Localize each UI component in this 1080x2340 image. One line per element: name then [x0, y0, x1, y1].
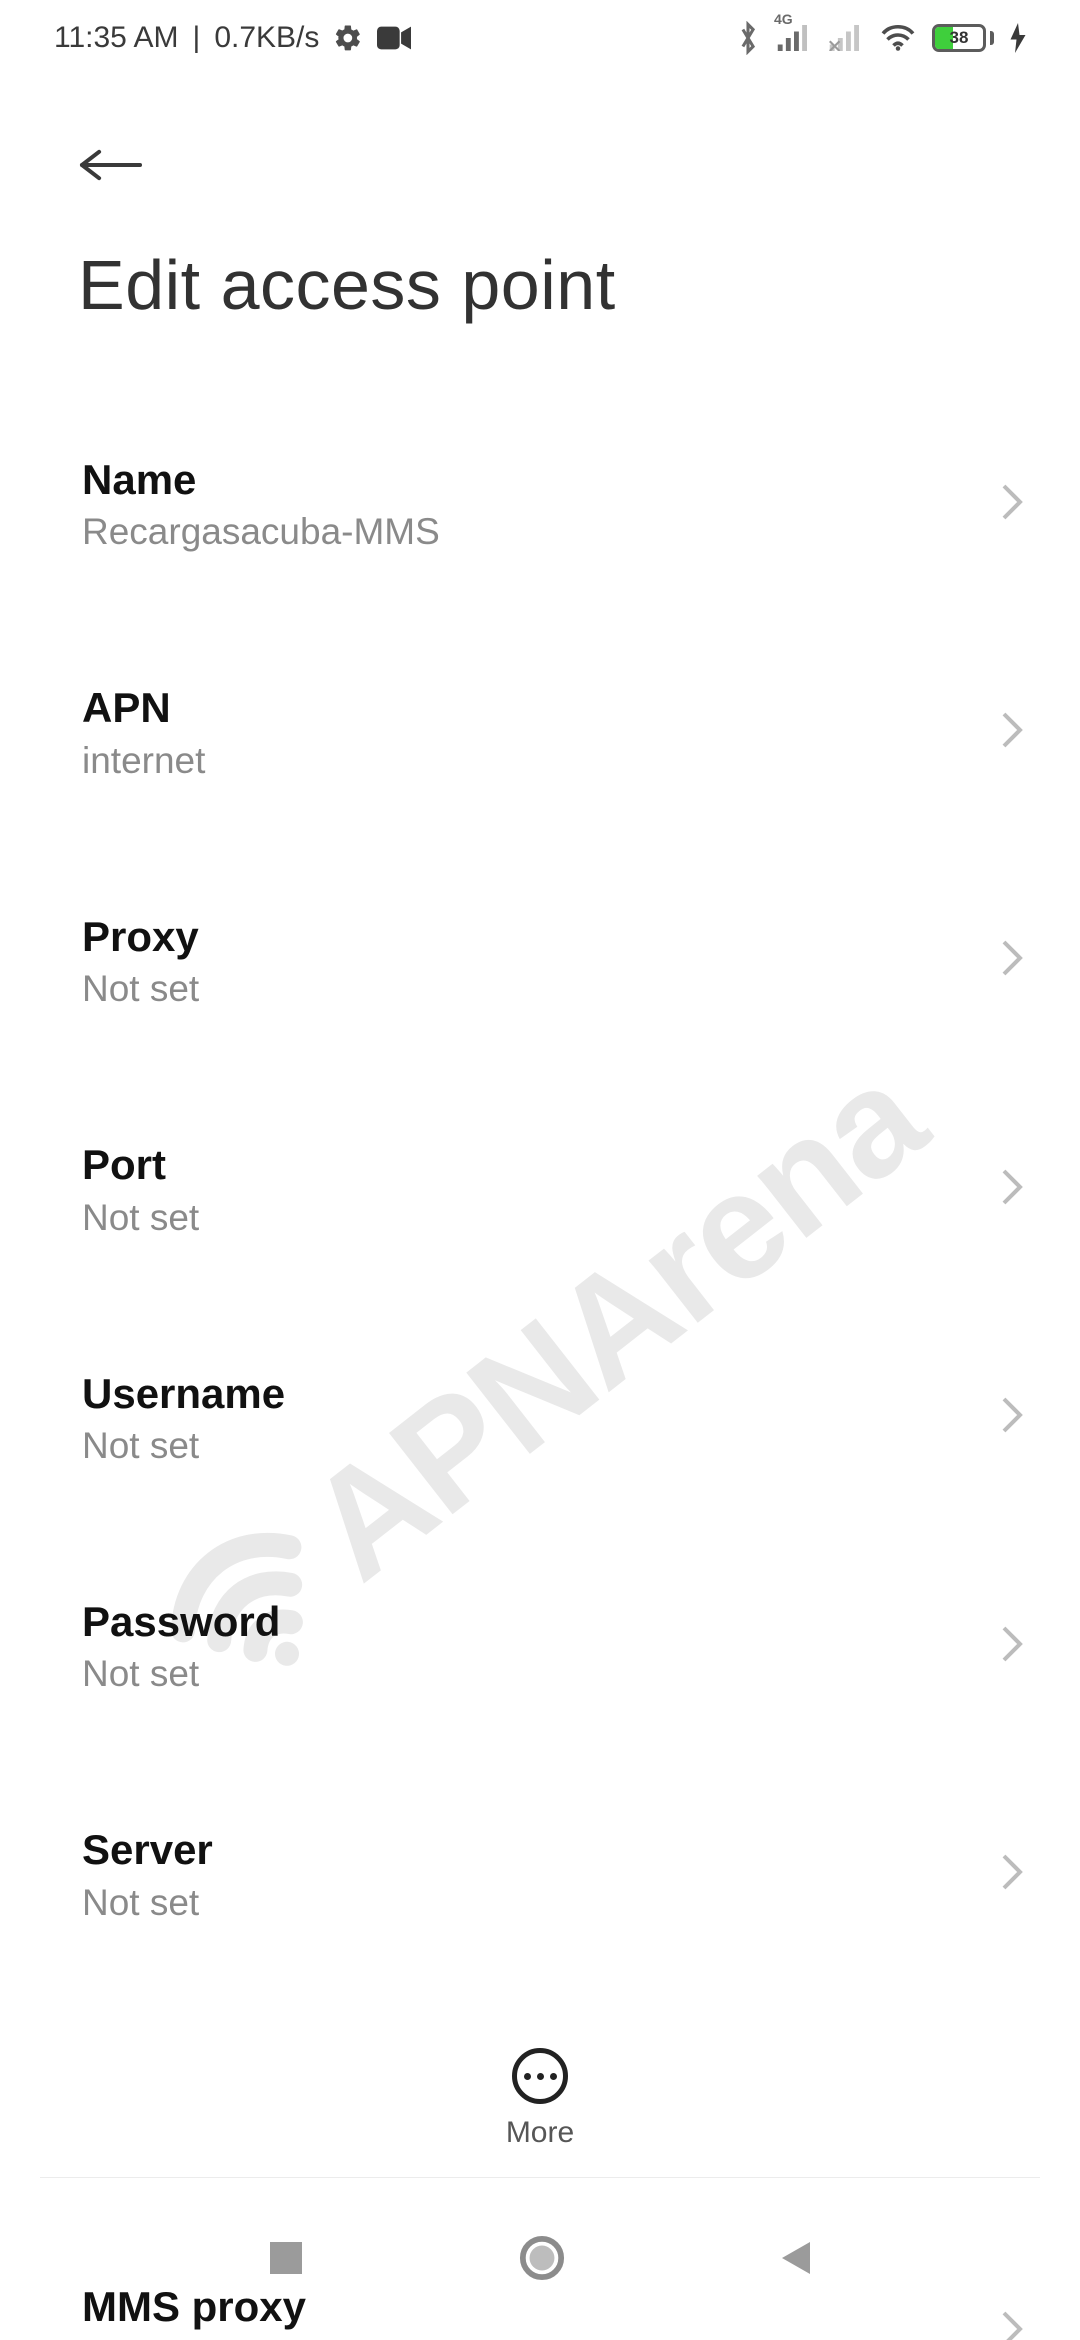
status-separator: |: [193, 21, 201, 55]
chevron-right-icon: [1000, 1167, 1024, 1212]
row-title: APN: [82, 683, 205, 733]
row-value: Not set: [82, 1882, 213, 1924]
video-camera-icon: [377, 26, 411, 50]
chevron-right-icon: [1000, 710, 1024, 755]
system-nav-bar: [0, 2180, 1080, 2340]
status-left: 11:35 AM | 0.7KB/s: [54, 21, 411, 55]
bluetooth-icon: [736, 21, 760, 55]
chevron-right-icon: [1000, 482, 1024, 527]
row-value: Not set: [82, 1653, 280, 1695]
row-username[interactable]: Username Not set: [0, 1369, 1080, 1467]
status-time: 11:35 AM: [54, 21, 179, 55]
status-net-speed: 0.7KB/s: [214, 21, 319, 55]
more-horizontal-icon: [512, 2048, 568, 2104]
signal-4g-icon: 4G: [776, 25, 812, 51]
nav-home-button[interactable]: [519, 2235, 565, 2286]
nav-back-button[interactable]: [778, 2238, 814, 2283]
nav-recents-button[interactable]: [266, 2238, 306, 2283]
settings-icon: [333, 23, 363, 53]
chevron-right-icon: [1000, 1395, 1024, 1440]
row-port[interactable]: Port Not set: [0, 1140, 1080, 1238]
square-icon: [266, 2238, 306, 2278]
row-proxy[interactable]: Proxy Not set: [0, 912, 1080, 1010]
row-password[interactable]: Password Not set: [0, 1597, 1080, 1695]
chevron-right-icon: [1000, 1624, 1024, 1669]
signal-label: 4G: [774, 11, 793, 27]
settings-list: Name Recargasacuba-MMS APN internet Prox…: [0, 325, 1080, 2340]
nav-separator: [40, 2177, 1040, 2178]
signal-secondary-icon: [828, 25, 864, 51]
row-title: Server: [82, 1825, 213, 1875]
row-apn[interactable]: APN internet: [0, 683, 1080, 781]
charging-icon: [1010, 23, 1026, 53]
chevron-right-icon: [1000, 938, 1024, 983]
row-title: Password: [82, 1597, 280, 1647]
row-value: Not set: [82, 1197, 199, 1239]
chevron-right-icon: [1000, 1852, 1024, 1897]
status-right: 4G 38: [736, 21, 1026, 55]
wifi-icon: [880, 24, 916, 52]
triangle-left-icon: [778, 2238, 814, 2278]
row-title: Username: [82, 1369, 285, 1419]
row-title: Port: [82, 1140, 199, 1190]
more-label: More: [506, 2116, 574, 2150]
battery-percent: 38: [935, 27, 983, 49]
status-bar: 11:35 AM | 0.7KB/s 4G 38: [0, 0, 1080, 75]
row-value: Not set: [82, 1425, 285, 1467]
row-value: Recargasacuba-MMS: [82, 511, 440, 553]
battery-indicator: 38: [932, 24, 994, 52]
row-server[interactable]: Server Not set: [0, 1825, 1080, 1923]
back-button[interactable]: [0, 75, 1080, 190]
more-button[interactable]: More: [0, 2048, 1080, 2150]
circle-icon: [519, 2235, 565, 2281]
row-name[interactable]: Name Recargasacuba-MMS: [0, 455, 1080, 553]
page-title: Edit access point: [0, 190, 1080, 325]
arrow-left-icon: [78, 145, 144, 185]
row-value: Not set: [82, 968, 199, 1010]
row-title: Proxy: [82, 912, 199, 962]
row-title: Name: [82, 455, 440, 505]
row-value: internet: [82, 740, 205, 782]
